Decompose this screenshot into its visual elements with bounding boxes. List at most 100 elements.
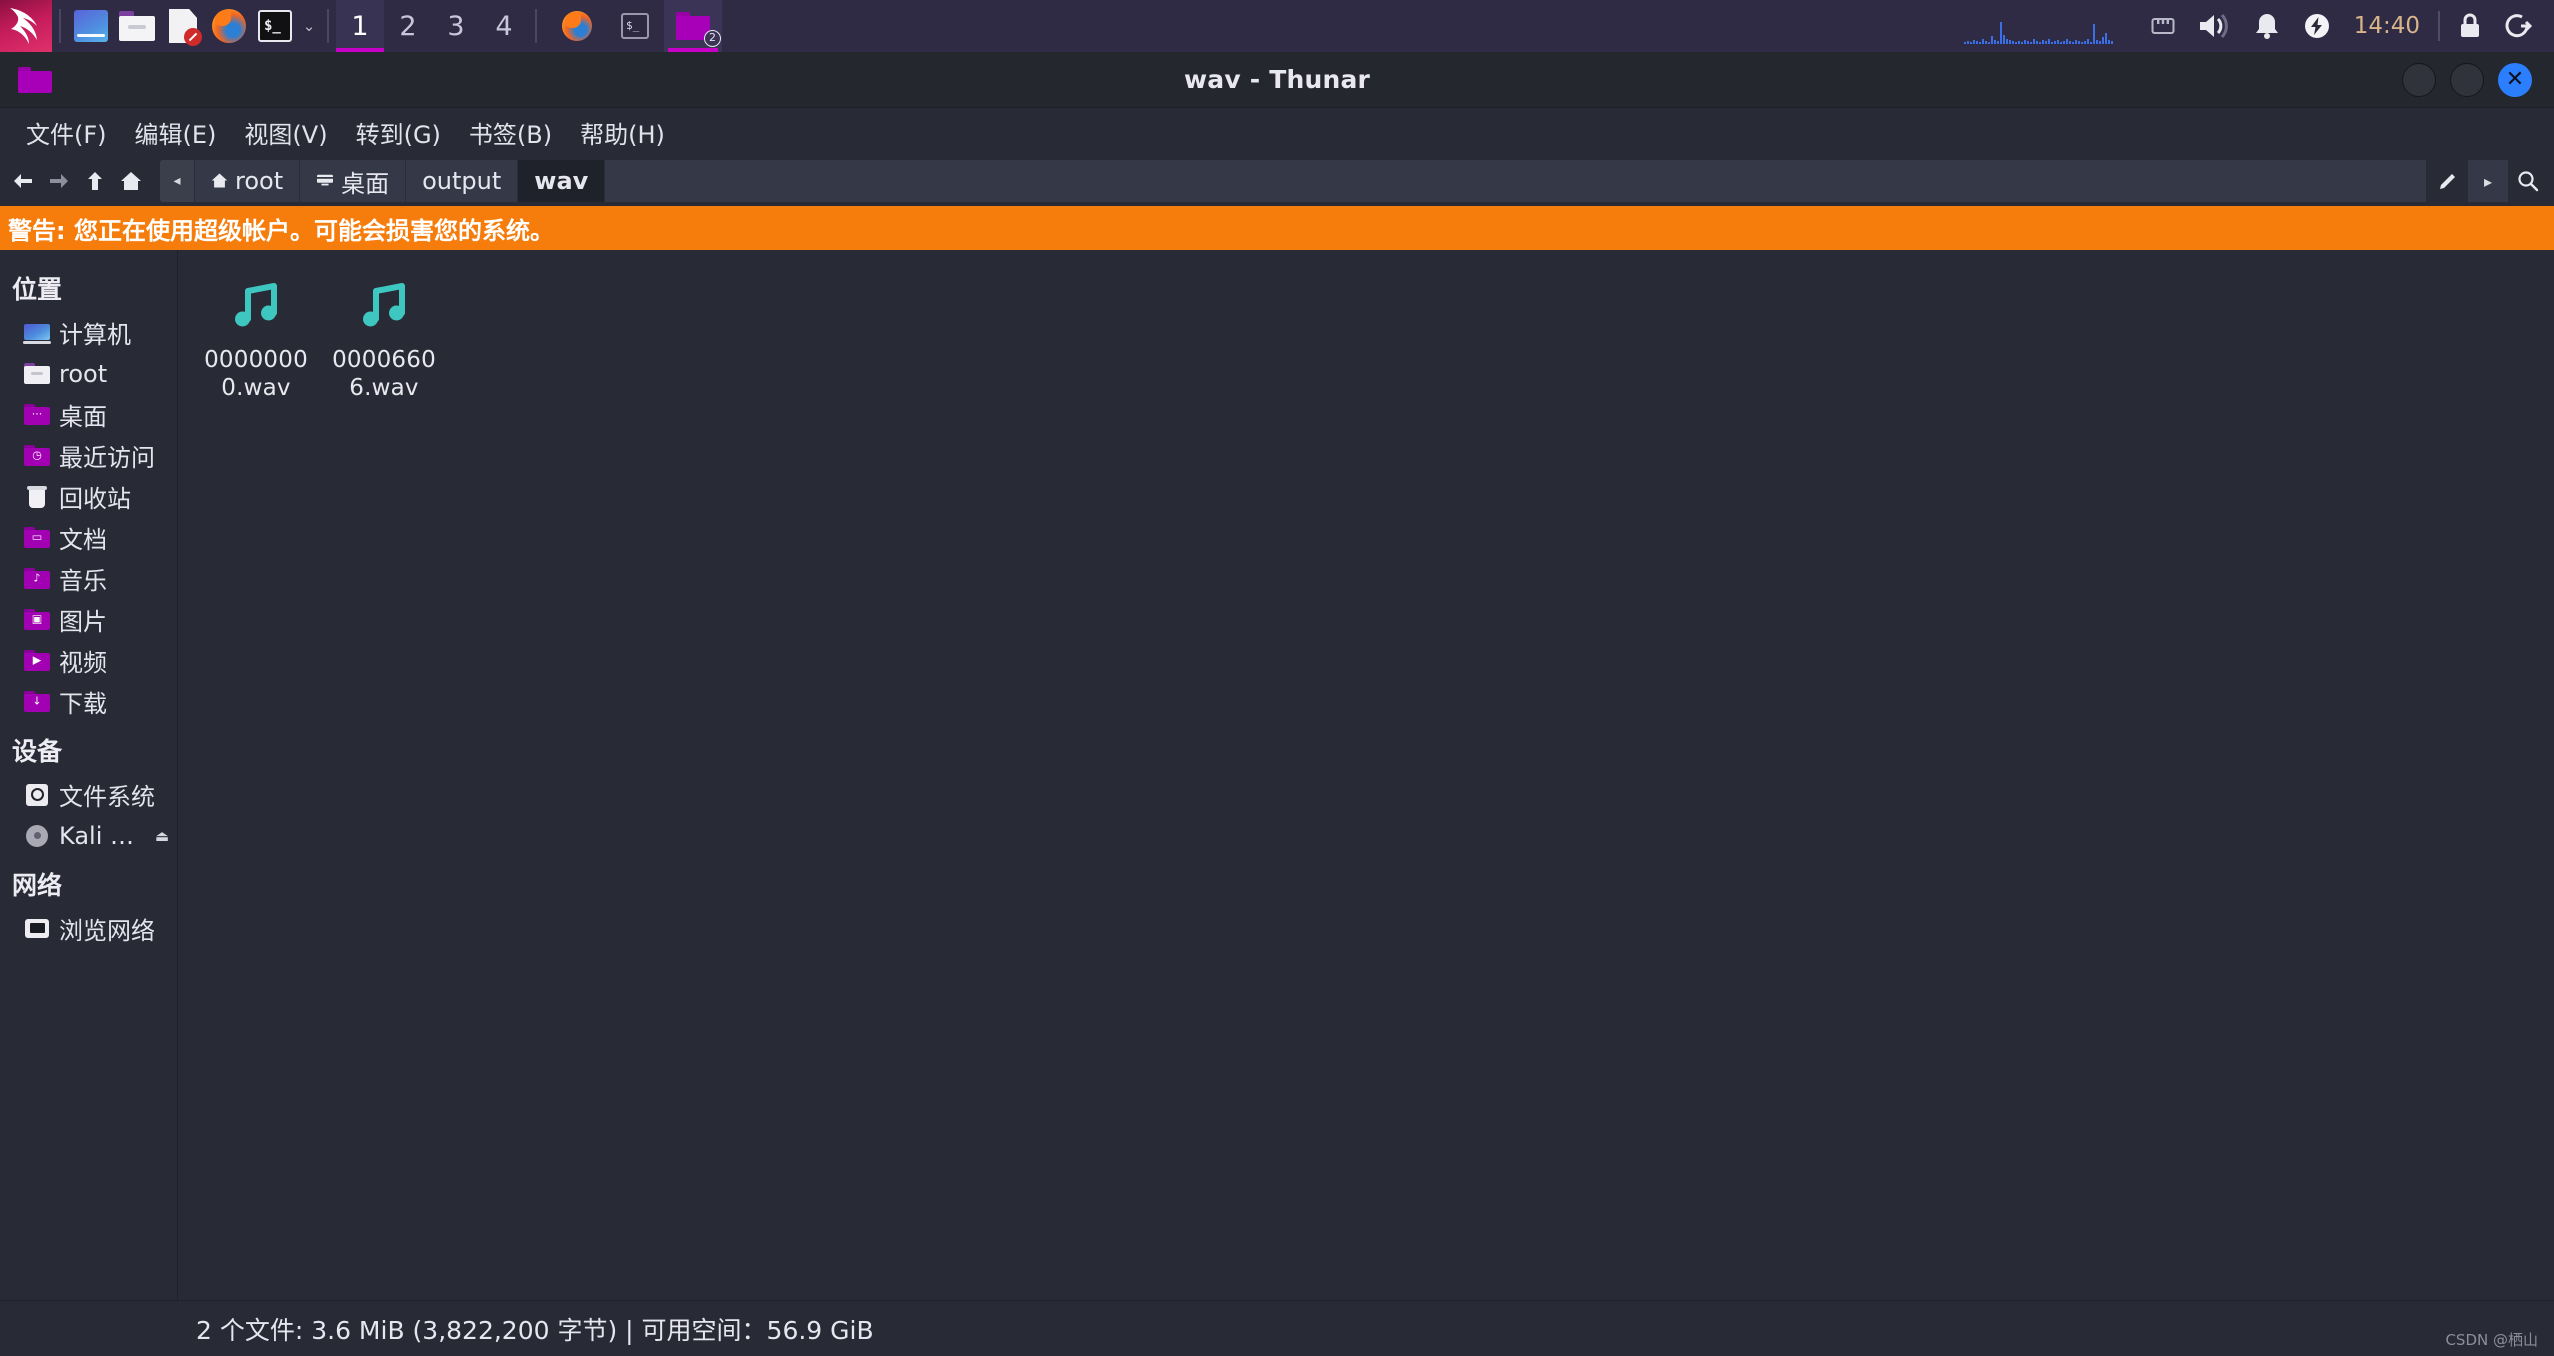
sidebar-item-videos[interactable]: ▶ 视频 xyxy=(0,640,177,681)
window-thunar[interactable]: 2 xyxy=(664,0,722,52)
network-monitor-graph[interactable] xyxy=(1963,8,2114,44)
close-button[interactable]: ✕ xyxy=(2498,62,2532,97)
breadcrumb-item-wav[interactable]: wav xyxy=(517,160,605,202)
status-text: 2 个文件: 3.6 MiB (3,822,200 字节) | 可用空间：56.… xyxy=(196,1315,874,1345)
menu-file[interactable]: 文件(F) xyxy=(14,111,119,154)
files-icon xyxy=(74,10,108,42)
window-controls: ✕ xyxy=(2402,62,2554,97)
sidebar-item-computer[interactable]: 计算机 xyxy=(0,312,177,353)
forward-button[interactable] xyxy=(42,161,76,201)
workspace-3[interactable]: 3 xyxy=(432,0,480,52)
menu-go[interactable]: 转到(G) xyxy=(344,111,453,154)
window-terminal[interactable]: $_ xyxy=(606,0,664,52)
volume-icon[interactable] xyxy=(2186,0,2242,52)
breadcrumb-scroll-left[interactable]: ◂ xyxy=(160,160,194,202)
firefox-icon xyxy=(212,9,246,43)
window-firefox[interactable] xyxy=(548,0,606,52)
kali-menu-button[interactable] xyxy=(0,0,52,52)
desktop-icon xyxy=(316,167,334,195)
music-note-icon xyxy=(351,272,417,338)
computer-icon xyxy=(23,322,51,344)
firefox-launcher[interactable] xyxy=(206,0,252,52)
sidebar-item-trash[interactable]: 回收站 xyxy=(0,476,177,517)
sidebar-item-filesystem[interactable]: 文件系统 xyxy=(0,774,177,815)
sidebar-item-browse-network[interactable]: 浏览网络 xyxy=(0,908,177,949)
workspace-4[interactable]: 4 xyxy=(480,0,528,52)
launcher-chevron-down-icon[interactable]: ⌄ xyxy=(298,17,320,35)
workspace-2[interactable]: 2 xyxy=(384,0,432,52)
file-name: 00006606.wav xyxy=(332,347,436,402)
sidebar-item-downloads[interactable]: ↓ 下载 xyxy=(0,681,177,722)
menu-bookmarks[interactable]: 书签(B) xyxy=(457,111,564,154)
breadcrumb-scroll-right[interactable]: ▸ xyxy=(2468,160,2508,202)
sidebar-item-kali-live[interactable]: Kali L... ⏏ xyxy=(0,815,177,856)
toolbar: ◂ root 桌面 output wav ▸ xyxy=(0,156,2554,206)
sidebar-item-label: 计算机 xyxy=(59,321,131,349)
music-note-icon xyxy=(223,272,289,338)
breadcrumb-item-desktop[interactable]: 桌面 xyxy=(299,160,406,202)
taskbar: $_ ⌄ 1 2 3 4 $_ 2 14:40 xyxy=(0,0,2554,52)
document-edit-icon xyxy=(169,9,202,46)
sidebar-section-places: 位置 xyxy=(12,275,63,304)
sidebar-item-label: 音乐 xyxy=(59,567,107,595)
sidebar-item-label: 图片 xyxy=(59,608,107,636)
menu-edit[interactable]: 编辑(E) xyxy=(123,111,229,154)
titlebar[interactable]: wav - Thunar ✕ xyxy=(0,52,2554,108)
root-warning-banner: 警告: 您正在使用超级帐户。可能会损害您的系统。 xyxy=(0,206,2554,250)
eject-icon[interactable]: ⏏ xyxy=(155,827,169,845)
sidebar-item-documents[interactable]: ▭ 文档 xyxy=(0,517,177,558)
menu-view[interactable]: 视图(V) xyxy=(232,111,339,154)
terminal-launcher[interactable]: $_ xyxy=(252,0,298,52)
sidebar-item-recent[interactable]: ◷ 最近访问 xyxy=(0,435,177,476)
logout-icon[interactable] xyxy=(2494,0,2544,52)
breadcrumb: ◂ root 桌面 output wav xyxy=(160,160,2426,202)
home-folder-icon xyxy=(24,362,50,385)
breadcrumb-item-root[interactable]: root xyxy=(194,160,300,202)
home-button[interactable] xyxy=(114,161,148,201)
folder-launcher[interactable] xyxy=(114,0,160,52)
minimize-button[interactable] xyxy=(2402,62,2436,97)
documents-folder-icon: ▭ xyxy=(24,526,50,549)
back-button[interactable] xyxy=(6,161,40,201)
up-button[interactable] xyxy=(78,161,112,201)
sidebar-item-music[interactable]: ♪ 音乐 xyxy=(0,558,177,599)
file-manager-launcher[interactable] xyxy=(68,0,114,52)
file-list[interactable]: 00000000.wav 00006606.wav xyxy=(178,250,2554,1300)
sidebar-item-desktop[interactable]: ··· 桌面 xyxy=(0,394,177,435)
file-item[interactable]: 00000000.wav xyxy=(192,264,320,412)
folder-icon xyxy=(119,11,155,41)
pictures-folder-icon: ▣ xyxy=(24,608,50,631)
breadcrumb-filler xyxy=(604,160,2426,202)
sidebar-item-label: 文档 xyxy=(59,526,107,554)
statusbar: 2 个文件: 3.6 MiB (3,822,200 字节) | 可用空间：56.… xyxy=(0,1300,2554,1356)
power-bolt-icon[interactable] xyxy=(2292,0,2342,52)
workspace-separator xyxy=(327,9,329,43)
text-editor-launcher[interactable] xyxy=(160,0,206,52)
window-title: wav - Thunar xyxy=(1183,65,1371,94)
warning-text: 警告: 您正在使用超级帐户。可能会损害您的系统。 xyxy=(8,216,554,245)
search-icon[interactable] xyxy=(2508,160,2548,202)
edit-path-button[interactable] xyxy=(2428,160,2468,202)
breadcrumb-item-output[interactable]: output xyxy=(405,160,518,202)
sidebar: 位置 计算机 root ··· 桌面 ◷ 最近访问 回收站 ▭ 文档 ♪ 音乐 … xyxy=(0,250,178,1300)
downloads-folder-icon: ↓ xyxy=(24,690,50,713)
path-tools: ▸ xyxy=(2428,160,2548,202)
firefox-icon xyxy=(562,11,592,41)
sidebar-section-devices: 设备 xyxy=(12,737,63,766)
maximize-button[interactable] xyxy=(2450,62,2484,97)
sidebar-item-root[interactable]: root xyxy=(0,353,177,394)
lock-icon[interactable] xyxy=(2446,0,2494,52)
harddisk-icon xyxy=(24,783,50,806)
recent-clock-icon: ◷ xyxy=(24,444,50,467)
menubar: 文件(F) 编辑(E) 视图(V) 转到(G) 书签(B) 帮助(H) xyxy=(0,108,2554,156)
menu-help[interactable]: 帮助(H) xyxy=(568,111,677,154)
bell-icon[interactable] xyxy=(2242,0,2292,52)
trash-icon xyxy=(24,485,50,508)
clock[interactable]: 14:40 xyxy=(2342,13,2432,39)
watermark: CSDN @栖山 xyxy=(2445,1331,2538,1349)
ethernet-icon[interactable] xyxy=(2140,0,2186,52)
workspace-1[interactable]: 1 xyxy=(336,0,384,52)
file-item[interactable]: 00006606.wav xyxy=(320,264,448,412)
taskbar-launchers: $_ ⌄ xyxy=(0,0,336,52)
sidebar-item-pictures[interactable]: ▣ 图片 xyxy=(0,599,177,640)
